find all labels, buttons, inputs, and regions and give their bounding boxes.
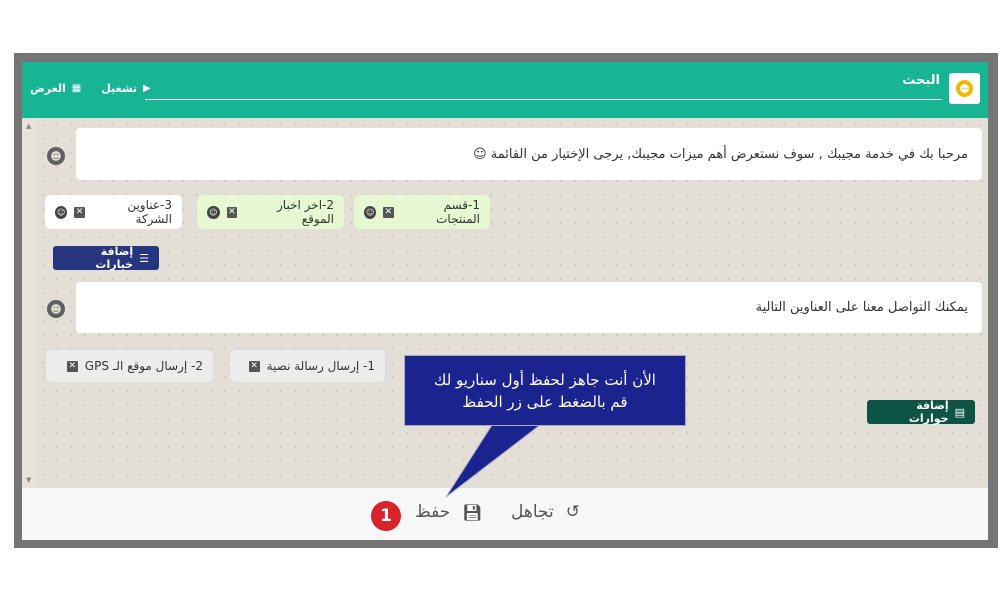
scroll-up-icon[interactable]: ▲ bbox=[26, 122, 31, 130]
play-icon[interactable]: ▶ bbox=[143, 83, 151, 94]
callout-line-2: قم بالضغط على زر الحفظ bbox=[462, 392, 628, 411]
footer-bar: 💾︎ حفظ ↺ تجاهل bbox=[22, 488, 988, 540]
tutorial-callout: الأن أنت جاهز لحفظ أول سناريو لك قم بالض… bbox=[404, 355, 686, 426]
option-chip[interactable]: 3-عناوين الشركة ✕ ☺ bbox=[45, 195, 182, 229]
history-icon: ↺ bbox=[565, 502, 580, 522]
logo-icon: ⋯ bbox=[956, 80, 973, 97]
option-chip[interactable]: 1- إرسال رسالة نصية ✕ bbox=[229, 349, 386, 383]
add-dialogs-button[interactable]: ▤ إضافة حوارات bbox=[867, 399, 975, 425]
view-label[interactable]: العرض bbox=[30, 82, 66, 95]
add-dialogs-label: إضافة حوارات bbox=[908, 399, 949, 425]
message-bubble[interactable]: يمكنك التواصل معنا على العناوين التالية bbox=[76, 282, 982, 333]
close-icon[interactable]: ✕ bbox=[383, 206, 394, 218]
close-icon[interactable]: ✕ bbox=[66, 360, 78, 372]
emoji-icon[interactable]: ☺ bbox=[364, 205, 377, 219]
search-input[interactable] bbox=[145, 99, 942, 100]
emoji-icon[interactable]: ☺ bbox=[55, 205, 68, 219]
close-icon[interactable]: ✕ bbox=[74, 206, 85, 218]
run-label[interactable]: تشغيل bbox=[101, 82, 137, 95]
step-badge: 1 bbox=[371, 501, 401, 531]
message-icon: ▤ bbox=[954, 405, 965, 419]
app-window: ⋯ البحث العرض ▦ تشغيل ▶ ▲ ▼ ☻ مرحبا بك ف… bbox=[22, 62, 988, 540]
message-text: مرحبا بك في خدمة مجيبك , سوف نستعرض أهم … bbox=[473, 146, 968, 162]
option-chip[interactable]: 2-اخر اخبار الموقع ✕ ☺ bbox=[197, 195, 344, 229]
ignore-label: تجاهل bbox=[511, 502, 554, 522]
option-label: 1-قسم المنتجات bbox=[436, 198, 480, 226]
option-label: 2- إرسال موقع الـ GPS bbox=[84, 359, 203, 373]
header-actions: العرض ▦ تشغيل ▶ bbox=[30, 82, 151, 95]
close-icon[interactable]: ✕ bbox=[248, 360, 260, 372]
option-label: 3-عناوين الشركة bbox=[127, 198, 172, 226]
emoji-icon[interactable]: ☻ bbox=[47, 300, 65, 318]
scroll-down-icon[interactable]: ▼ bbox=[26, 476, 31, 484]
close-icon[interactable]: ✕ bbox=[226, 206, 238, 218]
app-logo: ⋯ bbox=[949, 73, 980, 104]
option-chip[interactable]: 1-قسم المنتجات ✕ ☺ bbox=[354, 195, 490, 229]
header-bar: ⋯ البحث العرض ▦ تشغيل ▶ bbox=[22, 62, 988, 118]
save-label: حفظ bbox=[415, 502, 451, 522]
callout-line-1: الأن أنت جاهز لحفظ أول سناريو لك bbox=[434, 370, 656, 389]
save-icon: 💾︎ bbox=[462, 502, 483, 522]
emoji-icon[interactable]: ☺ bbox=[207, 205, 220, 219]
scrollbar[interactable]: ▲ ▼ bbox=[22, 118, 36, 488]
add-options-button[interactable]: ☰ إضافة خيارات bbox=[53, 245, 159, 271]
option-label: 2-اخر اخبار الموقع bbox=[277, 198, 334, 226]
grid-icon[interactable]: ▦ bbox=[72, 83, 81, 94]
emoji-icon[interactable]: ☻ bbox=[47, 147, 65, 165]
ignore-button[interactable]: ↺ تجاهل bbox=[511, 502, 580, 522]
search-label: البحث bbox=[902, 73, 940, 88]
add-options-label: إضافة خيارات bbox=[95, 245, 134, 271]
message-bubble[interactable]: مرحبا بك في خدمة مجيبك , سوف نستعرض أهم … bbox=[76, 128, 982, 180]
save-button[interactable]: 💾︎ حفظ bbox=[415, 502, 483, 522]
message-text: يمكنك التواصل معنا على العناوين التالية bbox=[755, 300, 968, 315]
option-label: 1- إرسال رسالة نصية bbox=[266, 359, 375, 373]
list-icon: ☰ bbox=[139, 251, 149, 265]
option-chip[interactable]: 2- إرسال موقع الـ GPS ✕ bbox=[45, 349, 214, 383]
